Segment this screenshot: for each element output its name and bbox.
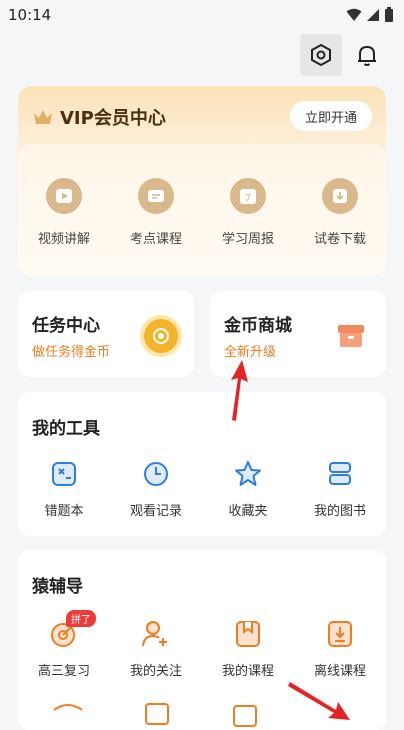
- star-icon: [235, 461, 261, 486]
- vip-item-label: 试卷下载: [313, 232, 366, 247]
- tool-label: 收藏夹: [228, 504, 268, 519]
- coin-mall-subtitle: 全新升级: [224, 345, 277, 360]
- vip-card[interactable]: VIP会员中心 立即开通 视频讲解 考点课程 7 学习周报 试卷下载: [18, 86, 386, 276]
- settings-hexagon-icon: [311, 43, 331, 67]
- promo-badge: 拼了: [66, 610, 96, 627]
- download-icon: [333, 189, 347, 203]
- wifi-icon: [346, 8, 362, 21]
- guide-title: 猿辅导: [32, 577, 83, 597]
- vip-items: 视频讲解 考点课程 7 学习周报 试卷下载: [18, 178, 386, 247]
- guide-my-follows[interactable]: 我的关注: [110, 618, 202, 679]
- vip-open-button[interactable]: 立即开通: [289, 101, 372, 131]
- add-user-icon: [142, 621, 167, 647]
- guide-label: 离线课程: [313, 664, 366, 679]
- calendar-day-text: 7: [245, 193, 251, 204]
- task-center-card[interactable]: 任务中心 做任务得金币: [18, 291, 194, 377]
- guide-my-courses[interactable]: 我的课程: [202, 618, 294, 679]
- offline-download-icon: [328, 621, 352, 647]
- crown-icon: [34, 110, 52, 124]
- battery-icon: [385, 7, 393, 22]
- settings-button[interactable]: [300, 34, 342, 76]
- my-tools-card: 我的工具 错题本 观看记录 收藏夹 我的图书: [18, 392, 386, 536]
- guide-row: 拼了 高三复习 我的关注 我的课程 离线课程: [18, 610, 386, 679]
- card-icon: [148, 190, 164, 202]
- guide-offline-courses[interactable]: 离线课程: [294, 618, 386, 679]
- status-bar: 10:14: [0, 0, 404, 30]
- annotation-arrow-coin-mall: [231, 360, 248, 421]
- tool-favorites[interactable]: 收藏夹: [202, 458, 294, 519]
- task-center-title: 任务中心: [32, 316, 100, 336]
- books-icon: [329, 462, 351, 485]
- coin-symbol-icon: [153, 328, 169, 344]
- my-tools-title: 我的工具: [32, 419, 100, 439]
- tool-wrong-book[interactable]: 错题本: [18, 458, 110, 519]
- tool-label: 我的图书: [313, 504, 366, 519]
- tool-history[interactable]: 观看记录: [110, 458, 202, 519]
- vip-item-label: 视频讲解: [37, 232, 90, 247]
- vip-item-label: 考点课程: [129, 232, 182, 247]
- calendar-icon: 7: [240, 189, 256, 204]
- vip-title: VIP会员中心: [60, 108, 166, 129]
- annotation-arrow-bottom: [288, 682, 350, 720]
- course-book-icon: [236, 621, 260, 647]
- play-icon: [56, 189, 72, 203]
- guide-label: 高三复习: [37, 664, 90, 679]
- bell-icon: [358, 45, 376, 66]
- vip-item-label: 学习周报: [221, 232, 274, 247]
- vip-item-weekly-report[interactable]: 7 学习周报: [202, 178, 294, 247]
- tool-label: 观看记录: [129, 504, 182, 519]
- vip-header: VIP会员中心: [32, 104, 166, 130]
- clock-icon: [144, 462, 168, 486]
- coin-icon: [144, 319, 178, 353]
- coin-mall-title: 金币商城: [224, 316, 292, 336]
- tool-label: 错题本: [44, 504, 84, 519]
- vip-item-course[interactable]: 考点课程: [110, 178, 202, 247]
- status-time: 10:14: [8, 6, 52, 24]
- tool-my-books[interactable]: 我的图书: [294, 458, 386, 519]
- tools-row: 错题本 观看记录 收藏夹 我的图书: [18, 458, 386, 519]
- wrong-questions-icon: [52, 462, 76, 486]
- task-center-subtitle: 做任务得金币: [32, 345, 111, 360]
- vip-item-video[interactable]: 视频讲解: [18, 178, 110, 247]
- vip-item-download[interactable]: 试卷下载: [294, 178, 386, 247]
- notification-button[interactable]: [346, 34, 388, 76]
- gift-box-icon: [338, 325, 364, 347]
- signal-icon: [367, 9, 379, 21]
- guide-label: 我的课程: [221, 664, 274, 679]
- system-icons: [346, 7, 394, 23]
- top-bar: [0, 32, 404, 78]
- guide-senior-review[interactable]: 拼了 高三复习: [18, 610, 110, 679]
- guide-label: 我的关注: [129, 664, 182, 679]
